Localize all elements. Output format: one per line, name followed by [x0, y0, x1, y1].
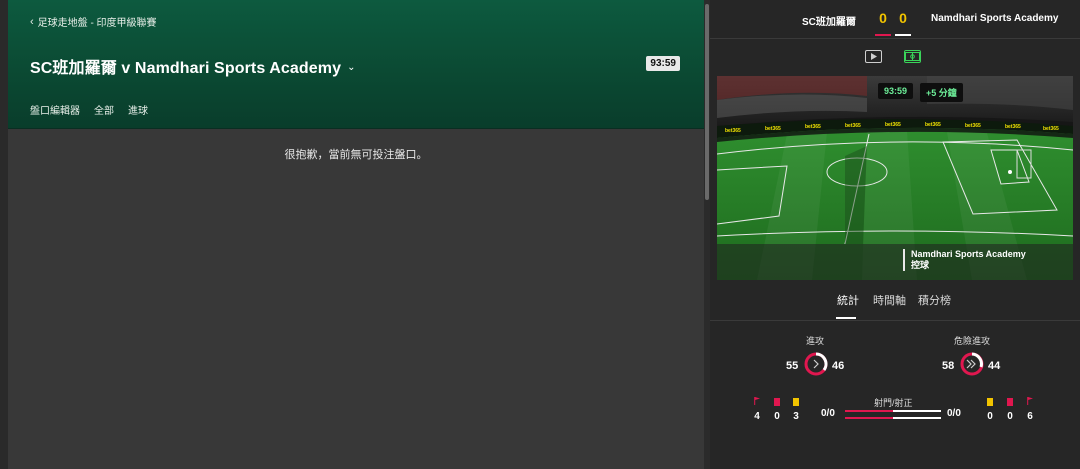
corner-flag-icon — [754, 397, 760, 405]
attacks-away-value: 46 — [832, 360, 845, 372]
possession-label: 控球 — [911, 260, 930, 270]
dangerous-away-value: 44 — [988, 360, 1001, 372]
board-text: bet365 — [1043, 126, 1059, 132]
tab-timeline[interactable]: 時間軸 — [873, 292, 906, 308]
active-tab-indicator — [836, 317, 856, 319]
pitch-view-icon[interactable] — [904, 50, 921, 63]
dangerous-attacks-label: 危險進攻 — [954, 336, 991, 346]
video-icon[interactable] — [865, 50, 882, 63]
no-markets-message: 很抱歉，當前無可投注盤口。 — [284, 149, 428, 161]
ball-marker — [1008, 170, 1012, 174]
board-text: bet365 — [765, 126, 781, 132]
left-edge-strip — [0, 0, 8, 469]
attacks-ring-icon — [804, 352, 828, 376]
tab-all[interactable]: 全部 — [94, 102, 114, 117]
market-tabs: 盤口編輯器 全部 進球 — [30, 102, 148, 117]
red-card-icon — [1007, 398, 1013, 406]
away-team-name: Namdhari Sports Academy — [931, 13, 1059, 24]
home-yellow-cards-count: 3 — [793, 411, 799, 422]
dangerous-attacks-ring-icon — [960, 352, 984, 376]
tab-market-editor[interactable]: 盤口編輯器 — [30, 102, 80, 117]
chevron-left-icon[interactable]: ‹ — [30, 16, 34, 28]
dangerous-home-value: 58 — [942, 360, 955, 372]
home-score: 0 — [879, 10, 887, 26]
away-yellow-cards-count: 0 — [987, 411, 993, 422]
home-corners-count: 4 — [754, 411, 760, 422]
live-match-panel: SC班加羅爾 0 0 Namdhari Sports Academy bet36… — [710, 0, 1080, 469]
tab-goals[interactable]: 進球 — [128, 102, 148, 117]
board-text: bet365 — [925, 122, 941, 128]
match-title-text[interactable]: SC班加羅爾 v Namdhari Sports Academy — [30, 54, 341, 78]
tab-stats[interactable]: 統計 — [837, 292, 859, 308]
shots-home-value: 0/0 — [821, 408, 835, 419]
shots-bar-bottom-home — [845, 417, 893, 419]
away-corners-count: 6 — [1027, 411, 1033, 422]
main-panel: ‹ 足球走地盤 - 印度甲級聯賽 SC班加羅爾 v Namdhari Sport… — [8, 0, 704, 469]
match-title[interactable]: SC班加羅爾 v Namdhari Sports Academy ⌄ — [30, 54, 356, 78]
possession-indicator: Namdhari Sports Academy 控球 — [903, 249, 1026, 271]
added-time-badge: +5 分鐘 — [920, 83, 963, 102]
shots-away-value: 0/0 — [947, 408, 961, 419]
yellow-card-icon — [987, 398, 993, 406]
attacks-home-value: 55 — [786, 360, 799, 372]
pitch-visualization: bet365 bet365 bet365 bet365 bet365 bet36… — [717, 76, 1073, 280]
home-score-indicator — [875, 34, 891, 36]
board-text: bet365 — [805, 124, 821, 130]
breadcrumb-label[interactable]: 足球走地盤 - 印度甲級聯賽 — [38, 14, 157, 29]
away-red-cards-count: 0 — [1007, 411, 1013, 422]
attacks-label: 進攻 — [806, 336, 825, 346]
shots-label: 射門/射正 — [874, 398, 913, 408]
board-text: bet365 — [845, 123, 861, 129]
red-card-icon — [774, 398, 780, 406]
breadcrumb[interactable]: ‹ 足球走地盤 - 印度甲級聯賽 — [30, 14, 157, 30]
home-team-name: SC班加羅爾 — [802, 17, 856, 28]
scoreboard: SC班加羅爾 0 0 Namdhari Sports Academy — [710, 0, 1080, 39]
away-score-indicator — [895, 34, 911, 36]
home-red-cards-count: 0 — [774, 411, 780, 422]
board-text: bet365 — [885, 122, 901, 128]
possession-team: Namdhari Sports Academy — [911, 249, 1026, 259]
away-score: 0 — [899, 10, 907, 26]
tab-standings[interactable]: 積分榜 — [918, 292, 951, 308]
media-toggle-group — [710, 50, 1080, 66]
chevron-down-icon[interactable]: ⌄ — [347, 62, 355, 73]
corner-flag-icon — [1027, 397, 1033, 405]
match-header: ‹ 足球走地盤 - 印度甲級聯賽 SC班加羅爾 v Namdhari Sport… — [8, 0, 704, 129]
match-clock-badge: 93:59 — [646, 56, 680, 71]
board-text: bet365 — [1005, 124, 1021, 130]
pitch-clock: 93:59 — [878, 83, 914, 99]
yellow-card-icon — [793, 398, 799, 406]
board-text: bet365 — [965, 123, 981, 129]
board-text: bet365 — [725, 128, 741, 134]
scrollbar-thumb[interactable] — [705, 4, 709, 200]
shots-bar-top-home — [845, 410, 893, 412]
stats-tabs: 統計 時間軸 積分榜 — [710, 292, 1080, 321]
